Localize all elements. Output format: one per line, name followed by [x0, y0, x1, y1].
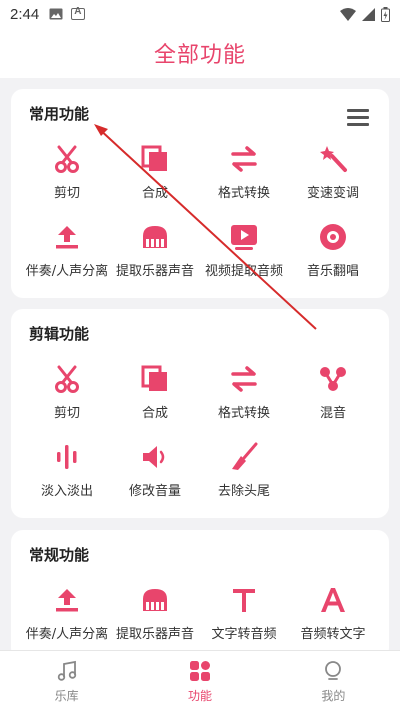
- text-notification-icon: [71, 6, 86, 20]
- piano-icon: [143, 589, 167, 611]
- convert-arrows-icon: [231, 146, 257, 172]
- feature-label: 修改音量: [128, 484, 181, 499]
- nav-item-features[interactable]: 功能: [133, 651, 266, 711]
- feature-fade[interactable]: 淡入淡出: [20, 442, 114, 499]
- feature-extract-instrument[interactable]: 提取乐器声音: [108, 222, 202, 279]
- music-note-icon: [57, 660, 76, 681]
- letter-a-icon: [321, 588, 345, 612]
- merge-icon: [141, 365, 167, 391]
- feature-extract-instrument[interactable]: 提取乐器声音: [108, 585, 202, 642]
- volume-icon: [143, 446, 165, 468]
- section-title: 剪辑功能: [29, 325, 90, 343]
- brush-icon: [232, 442, 258, 470]
- nav-item-profile[interactable]: 我的: [267, 651, 400, 711]
- feature-merge[interactable]: 合成: [108, 364, 202, 421]
- mix-nodes-icon: [320, 367, 346, 391]
- feature-label: 提取乐器声音: [115, 627, 194, 642]
- feature-label: 视频提取音频: [204, 264, 283, 279]
- feature-label: 提取乐器声音: [115, 264, 194, 279]
- nav-label: 乐库: [54, 688, 79, 703]
- feature-merge[interactable]: 合成: [108, 144, 202, 201]
- menu-icon[interactable]: [347, 109, 369, 129]
- feature-vocal-separate[interactable]: 伴奏/人声分离: [20, 222, 114, 279]
- upload-icon: [56, 589, 78, 612]
- feature-audio-to-text[interactable]: 音频转文字: [286, 585, 380, 642]
- grid-apps-icon: [189, 660, 210, 681]
- feature-label: 伴奏/人声分离: [25, 627, 109, 642]
- page-title: 全部功能: [153, 43, 246, 68]
- feature-label: 合成: [141, 186, 168, 201]
- convert-arrows-icon: [231, 366, 257, 392]
- video-play-icon: [231, 225, 257, 250]
- feature-format-convert[interactable]: 格式转换: [197, 144, 291, 201]
- nav-label: 功能: [187, 688, 212, 703]
- feature-label: 合成: [141, 406, 168, 421]
- feature-text-to-audio[interactable]: 文字转音频: [197, 585, 291, 642]
- feature-label: 混音: [319, 406, 346, 421]
- upload-icon: [56, 226, 78, 249]
- feature-music-cover[interactable]: 音乐翻唱: [286, 222, 380, 279]
- section-card-editing: 剪辑功能 剪切 合成 格式转换 混音 淡入淡出 修改音量 去除头尾: [11, 309, 389, 518]
- section-title: 常用功能: [29, 105, 90, 123]
- header: 全部功能: [0, 28, 400, 78]
- magic-wand-icon: [320, 146, 347, 172]
- nav-item-library[interactable]: 乐库: [0, 651, 133, 711]
- waveform-icon: [57, 445, 77, 469]
- feature-format-convert[interactable]: 格式转换: [197, 364, 291, 421]
- status-bar: 2:44: [0, 0, 400, 28]
- feature-label: 去除头尾: [217, 484, 270, 499]
- feature-cut[interactable]: 剪切: [20, 364, 114, 421]
- record-disc-icon: [320, 224, 346, 250]
- feature-cut[interactable]: 剪切: [20, 144, 114, 201]
- feature-label: 格式转换: [217, 186, 270, 201]
- piano-icon: [143, 226, 167, 248]
- feature-mix[interactable]: 混音: [286, 364, 380, 421]
- feature-label: 淡入淡出: [40, 484, 93, 499]
- nav-label: 我的: [321, 688, 346, 703]
- feature-label: 音频转文字: [300, 627, 366, 642]
- scissors-icon: [55, 145, 79, 173]
- text-t-icon: [233, 589, 255, 612]
- bottom-nav: 乐库 功能 我的: [0, 650, 400, 711]
- feature-label: 变速变调: [306, 186, 359, 201]
- section-card-common: 常用功能 剪切 合成 格式转换 变速变调 伴奏/人声分离 提取乐器声音 视频提取…: [11, 89, 389, 298]
- wifi-icon: [340, 7, 356, 21]
- status-time: 2:44: [10, 5, 40, 23]
- feature-label: 音乐翻唱: [306, 264, 359, 279]
- feature-speed-pitch[interactable]: 变速变调: [286, 144, 380, 201]
- status-icons: [340, 6, 390, 22]
- feature-trim-ends[interactable]: 去除头尾: [197, 442, 291, 499]
- feature-label: 伴奏/人声分离: [25, 264, 109, 279]
- feature-vocal-separate[interactable]: 伴奏/人声分离: [20, 585, 114, 642]
- image-notification-icon: [49, 8, 63, 20]
- feature-label: 剪切: [53, 406, 80, 421]
- feature-label: 剪切: [53, 186, 80, 201]
- feature-volume[interactable]: 修改音量: [108, 442, 202, 499]
- section-title: 常规功能: [29, 546, 90, 564]
- signal-icon: [362, 7, 375, 21]
- profile-icon: [325, 660, 342, 680]
- feature-label: 文字转音频: [211, 627, 277, 642]
- section-card-general: 常规功能 伴奏/人声分离 提取乐器声音 文字转音频 音频转文字: [11, 530, 389, 660]
- scissors-icon: [55, 365, 79, 393]
- battery-icon: [381, 6, 390, 22]
- merge-icon: [141, 145, 167, 171]
- feature-video-extract-audio[interactable]: 视频提取音频: [197, 222, 291, 279]
- feature-label: 格式转换: [217, 406, 270, 421]
